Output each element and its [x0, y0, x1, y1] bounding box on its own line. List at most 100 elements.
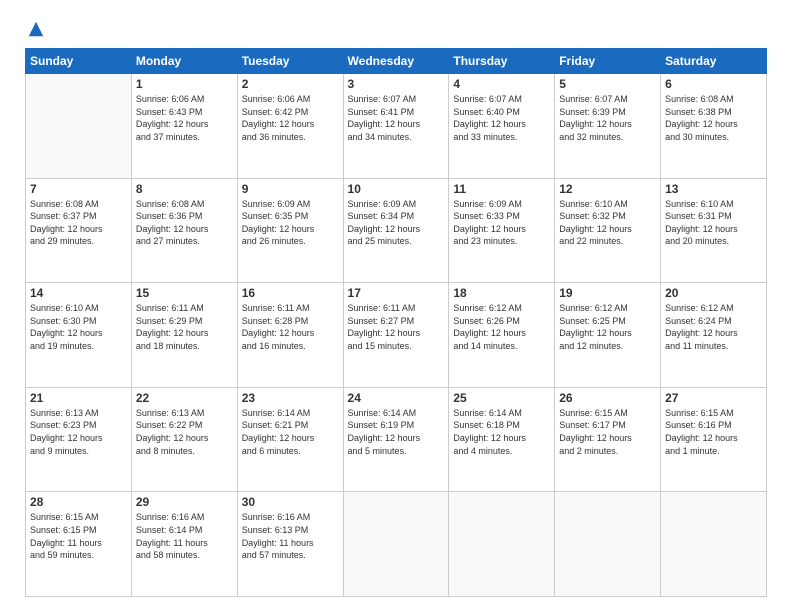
calendar-cell: 2Sunrise: 6:06 AM Sunset: 6:42 PM Daylig… — [237, 74, 343, 179]
day-info: Sunrise: 6:11 AM Sunset: 6:27 PM Dayligh… — [348, 302, 445, 352]
day-info: Sunrise: 6:11 AM Sunset: 6:29 PM Dayligh… — [136, 302, 233, 352]
day-number: 20 — [665, 286, 762, 300]
day-info: Sunrise: 6:08 AM Sunset: 6:36 PM Dayligh… — [136, 198, 233, 248]
calendar-cell: 22 Sunrise: 6:13 AM Sunset: 6:22 PM Dayli… — [131, 387, 237, 492]
calendar-cell: 25 Sunrise: 6:14 AM Sunset: 6:18 PM Dayli… — [449, 387, 555, 492]
calendar-cell — [343, 492, 449, 597]
day-number: 30 — [242, 495, 339, 509]
calendar-cell: 12 Sunrise: 6:10 AM Sunset: 6:32 PM Dayli… — [555, 178, 661, 283]
calendar-cell: 6 Sunrise: 6:08 AM Sunset: 6:38 PM Daylig… — [661, 74, 767, 179]
calendar-cell: 7 Sunrise: 6:08 AM Sunset: 6:37 PM Daylig… — [26, 178, 132, 283]
calendar-cell: 21Sunrise: 6:13 AM Sunset: 6:23 PM Dayli… — [26, 387, 132, 492]
calendar-cell: 18Sunrise: 6:12 AM Sunset: 6:26 PM Dayli… — [449, 283, 555, 388]
calendar-cell: 1 Sunrise: 6:06 AM Sunset: 6:43 PM Daylig… — [131, 74, 237, 179]
logo — [25, 20, 45, 38]
day-number: 8 — [136, 182, 233, 196]
calendar-cell: 9 Sunrise: 6:09 AM Sunset: 6:35 PM Daylig… — [237, 178, 343, 283]
day-info: Sunrise: 6:12 AM Sunset: 6:25 PM Dayligh… — [559, 302, 656, 352]
calendar-week-2: 7 Sunrise: 6:08 AM Sunset: 6:37 PM Daylig… — [26, 178, 767, 283]
day-number: 24 — [348, 391, 445, 405]
day-number: 14 — [30, 286, 127, 300]
day-number: 27 — [665, 391, 762, 405]
calendar-cell — [26, 74, 132, 179]
weekday-header-tuesday: Tuesday — [237, 49, 343, 74]
day-info: Sunrise: 6:10 AM Sunset: 6:31 PM Dayligh… — [665, 198, 762, 248]
day-number: 19 — [559, 286, 656, 300]
day-info: Sunrise: 6:09 AM Sunset: 6:34 PM Dayligh… — [348, 198, 445, 248]
calendar-cell: 5 Sunrise: 6:07 AM Sunset: 6:39 PM Daylig… — [555, 74, 661, 179]
calendar-cell: 14 Sunrise: 6:10 AM Sunset: 6:30 PM Dayli… — [26, 283, 132, 388]
day-number: 10 — [348, 182, 445, 196]
page: SundayMondayTuesdayWednesdayThursdayFrid… — [0, 0, 792, 612]
day-info: Sunrise: 6:08 AM Sunset: 6:38 PM Dayligh… — [665, 93, 762, 143]
calendar-table: SundayMondayTuesdayWednesdayThursdayFrid… — [25, 48, 767, 597]
day-number: 12 — [559, 182, 656, 196]
weekday-header-row: SundayMondayTuesdayWednesdayThursdayFrid… — [26, 49, 767, 74]
weekday-header-sunday: Sunday — [26, 49, 132, 74]
day-info: Sunrise: 6:09 AM Sunset: 6:33 PM Dayligh… — [453, 198, 550, 248]
day-info: Sunrise: 6:12 AM Sunset: 6:24 PM Dayligh… — [665, 302, 762, 352]
calendar-cell — [449, 492, 555, 597]
logo-icon — [27, 20, 45, 38]
calendar-cell: 17Sunrise: 6:11 AM Sunset: 6:27 PM Dayli… — [343, 283, 449, 388]
day-number: 5 — [559, 77, 656, 91]
calendar-cell: 24 Sunrise: 6:14 AM Sunset: 6:19 PM Dayli… — [343, 387, 449, 492]
day-number: 28 — [30, 495, 127, 509]
weekday-header-saturday: Saturday — [661, 49, 767, 74]
day-number: 25 — [453, 391, 550, 405]
calendar-cell: 13Sunrise: 6:10 AM Sunset: 6:31 PM Dayli… — [661, 178, 767, 283]
calendar-week-5: 28 Sunrise: 6:15 AM Sunset: 6:15 PM Dayli… — [26, 492, 767, 597]
day-number: 16 — [242, 286, 339, 300]
calendar-cell: 29 Sunrise: 6:16 AM Sunset: 6:14 PM Dayli… — [131, 492, 237, 597]
day-number: 23 — [242, 391, 339, 405]
day-info: Sunrise: 6:14 AM Sunset: 6:18 PM Dayligh… — [453, 407, 550, 457]
day-info: Sunrise: 6:10 AM Sunset: 6:32 PM Dayligh… — [559, 198, 656, 248]
calendar-cell: 30 Sunrise: 6:16 AM Sunset: 6:13 PM Dayli… — [237, 492, 343, 597]
day-number: 6 — [665, 77, 762, 91]
day-info: Sunrise: 6:07 AM Sunset: 6:41 PM Dayligh… — [348, 93, 445, 143]
day-info: Sunrise: 6:15 AM Sunset: 6:15 PM Dayligh… — [30, 511, 127, 561]
day-number: 4 — [453, 77, 550, 91]
day-info: Sunrise: 6:08 AM Sunset: 6:37 PM Dayligh… — [30, 198, 127, 248]
day-number: 9 — [242, 182, 339, 196]
day-info: Sunrise: 6:16 AM Sunset: 6:14 PM Dayligh… — [136, 511, 233, 561]
header — [25, 20, 767, 38]
calendar-cell: 11Sunrise: 6:09 AM Sunset: 6:33 PM Dayli… — [449, 178, 555, 283]
calendar-cell — [555, 492, 661, 597]
day-number: 2 — [242, 77, 339, 91]
day-number: 7 — [30, 182, 127, 196]
calendar-cell: 4 Sunrise: 6:07 AM Sunset: 6:40 PM Daylig… — [449, 74, 555, 179]
calendar-week-4: 21Sunrise: 6:13 AM Sunset: 6:23 PM Dayli… — [26, 387, 767, 492]
calendar-cell: 23Sunrise: 6:14 AM Sunset: 6:21 PM Dayli… — [237, 387, 343, 492]
day-info: Sunrise: 6:13 AM Sunset: 6:22 PM Dayligh… — [136, 407, 233, 457]
calendar-week-1: 1 Sunrise: 6:06 AM Sunset: 6:43 PM Daylig… — [26, 74, 767, 179]
calendar-cell: 15 Sunrise: 6:11 AM Sunset: 6:29 PM Dayli… — [131, 283, 237, 388]
day-number: 26 — [559, 391, 656, 405]
day-number: 3 — [348, 77, 445, 91]
day-info: Sunrise: 6:06 AM Sunset: 6:43 PM Dayligh… — [136, 93, 233, 143]
calendar-cell: 16Sunrise: 6:11 AM Sunset: 6:28 PM Dayli… — [237, 283, 343, 388]
calendar-cell: 8 Sunrise: 6:08 AM Sunset: 6:36 PM Daylig… — [131, 178, 237, 283]
calendar-cell: 10 Sunrise: 6:09 AM Sunset: 6:34 PM Dayli… — [343, 178, 449, 283]
day-info: Sunrise: 6:09 AM Sunset: 6:35 PM Dayligh… — [242, 198, 339, 248]
calendar-cell — [661, 492, 767, 597]
day-info: Sunrise: 6:10 AM Sunset: 6:30 PM Dayligh… — [30, 302, 127, 352]
day-info: Sunrise: 6:14 AM Sunset: 6:19 PM Dayligh… — [348, 407, 445, 457]
day-info: Sunrise: 6:07 AM Sunset: 6:39 PM Dayligh… — [559, 93, 656, 143]
day-number: 18 — [453, 286, 550, 300]
day-info: Sunrise: 6:15 AM Sunset: 6:16 PM Dayligh… — [665, 407, 762, 457]
day-number: 21 — [30, 391, 127, 405]
day-number: 29 — [136, 495, 233, 509]
calendar-cell: 28 Sunrise: 6:15 AM Sunset: 6:15 PM Dayli… — [26, 492, 132, 597]
calendar-cell: 20 Sunrise: 6:12 AM Sunset: 6:24 PM Dayli… — [661, 283, 767, 388]
calendar-cell: 3 Sunrise: 6:07 AM Sunset: 6:41 PM Daylig… — [343, 74, 449, 179]
calendar-week-3: 14 Sunrise: 6:10 AM Sunset: 6:30 PM Dayli… — [26, 283, 767, 388]
weekday-header-wednesday: Wednesday — [343, 49, 449, 74]
day-info: Sunrise: 6:07 AM Sunset: 6:40 PM Dayligh… — [453, 93, 550, 143]
day-info: Sunrise: 6:16 AM Sunset: 6:13 PM Dayligh… — [242, 511, 339, 561]
weekday-header-thursday: Thursday — [449, 49, 555, 74]
day-number: 22 — [136, 391, 233, 405]
day-number: 1 — [136, 77, 233, 91]
day-number: 15 — [136, 286, 233, 300]
weekday-header-monday: Monday — [131, 49, 237, 74]
